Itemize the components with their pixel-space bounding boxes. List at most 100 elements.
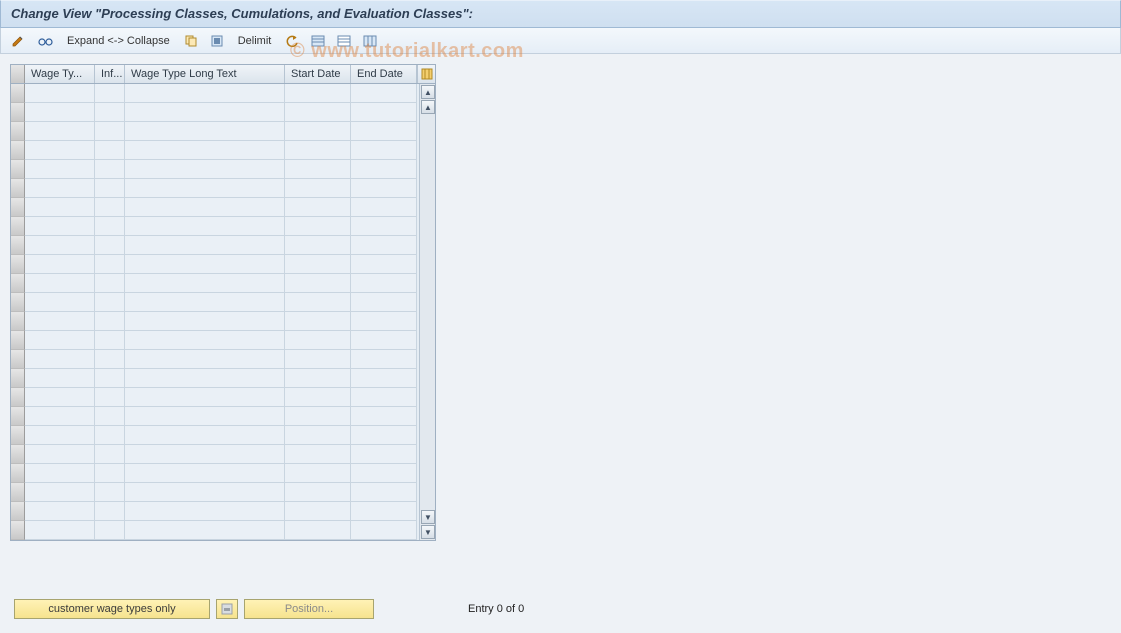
table-cell[interactable] [351,198,417,217]
table-cell[interactable] [125,179,285,198]
table-cell[interactable] [285,426,351,445]
table-cell[interactable] [95,369,125,388]
table-cell[interactable] [25,160,95,179]
table-cell[interactable] [351,445,417,464]
row-selector[interactable] [11,84,25,103]
table-cell[interactable] [285,521,351,540]
position-button[interactable]: Position... [244,599,374,619]
table-cell[interactable] [285,274,351,293]
row-selector[interactable] [11,141,25,160]
row-selector[interactable] [11,312,25,331]
table-cell[interactable] [125,103,285,122]
table-cell[interactable] [125,369,285,388]
table-cell[interactable] [95,331,125,350]
table-cell[interactable] [351,293,417,312]
table-cell[interactable] [25,122,95,141]
row-selector[interactable] [11,236,25,255]
table-cell[interactable] [125,84,285,103]
column-header[interactable]: Wage Type Long Text [125,65,285,83]
table-cell[interactable] [95,122,125,141]
table-cell[interactable] [125,198,285,217]
table-cell[interactable] [285,464,351,483]
table-cell[interactable] [125,350,285,369]
table-cell[interactable] [125,331,285,350]
table-cell[interactable] [95,521,125,540]
scroll-down-icon[interactable]: ▼ [421,525,435,539]
table-cell[interactable] [285,84,351,103]
column-header[interactable]: End Date [351,65,417,83]
table-cell[interactable] [285,160,351,179]
customer-wage-types-button[interactable]: customer wage types only [14,599,210,619]
table-cell[interactable] [25,426,95,445]
table-settings-icon[interactable] [359,32,381,50]
table-cell[interactable] [95,426,125,445]
row-selector[interactable] [11,103,25,122]
table-cell[interactable] [285,407,351,426]
copy-icon[interactable] [180,32,202,50]
table-cell[interactable] [25,445,95,464]
table-cell[interactable] [125,312,285,331]
table-cell[interactable] [285,331,351,350]
table-cell[interactable] [95,502,125,521]
table-deselect-icon[interactable] [333,32,355,50]
table-cell[interactable] [25,255,95,274]
glasses-icon[interactable] [33,32,57,50]
table-select-icon[interactable] [307,32,329,50]
table-cell[interactable] [285,217,351,236]
table-cell[interactable] [25,331,95,350]
row-selector[interactable] [11,445,25,464]
configure-columns-icon[interactable] [417,65,435,83]
table-cell[interactable] [125,217,285,236]
table-cell[interactable] [25,103,95,122]
table-cell[interactable] [25,350,95,369]
select-all-icon[interactable] [206,32,228,50]
table-cell[interactable] [351,350,417,369]
table-cell[interactable] [95,179,125,198]
table-cell[interactable] [125,521,285,540]
row-selector[interactable] [11,331,25,350]
table-cell[interactable] [125,445,285,464]
table-cell[interactable] [351,407,417,426]
table-cell[interactable] [285,350,351,369]
table-cell[interactable] [285,236,351,255]
table-cell[interactable] [95,312,125,331]
table-cell[interactable] [95,445,125,464]
table-cell[interactable] [351,103,417,122]
table-cell[interactable] [95,103,125,122]
table-cell[interactable] [351,236,417,255]
table-cell[interactable] [285,369,351,388]
table-cell[interactable] [351,179,417,198]
table-cell[interactable] [25,236,95,255]
row-selector[interactable] [11,160,25,179]
table-cell[interactable] [95,350,125,369]
table-cell[interactable] [351,274,417,293]
table-cell[interactable] [285,103,351,122]
table-cell[interactable] [125,274,285,293]
table-cell[interactable] [285,255,351,274]
table-cell[interactable] [95,160,125,179]
position-icon-button[interactable] [216,599,238,619]
row-selector[interactable] [11,388,25,407]
column-header[interactable]: Wage Ty... [25,65,95,83]
scroll-thumb-bottom-icon[interactable]: ▼ [421,510,435,524]
row-selector[interactable] [11,464,25,483]
row-selector[interactable] [11,122,25,141]
table-cell[interactable] [351,483,417,502]
delimit-button[interactable]: Delimit [232,32,278,50]
table-cell[interactable] [351,255,417,274]
table-cell[interactable] [285,293,351,312]
table-cell[interactable] [125,122,285,141]
table-cell[interactable] [95,407,125,426]
table-cell[interactable] [285,198,351,217]
table-cell[interactable] [125,236,285,255]
row-selector[interactable] [11,293,25,312]
row-selector[interactable] [11,426,25,445]
table-cell[interactable] [25,369,95,388]
row-selector[interactable] [11,369,25,388]
table-cell[interactable] [25,179,95,198]
table-cell[interactable] [125,388,285,407]
row-selector-header[interactable] [11,65,25,83]
table-cell[interactable] [125,426,285,445]
table-cell[interactable] [125,483,285,502]
table-cell[interactable] [25,312,95,331]
